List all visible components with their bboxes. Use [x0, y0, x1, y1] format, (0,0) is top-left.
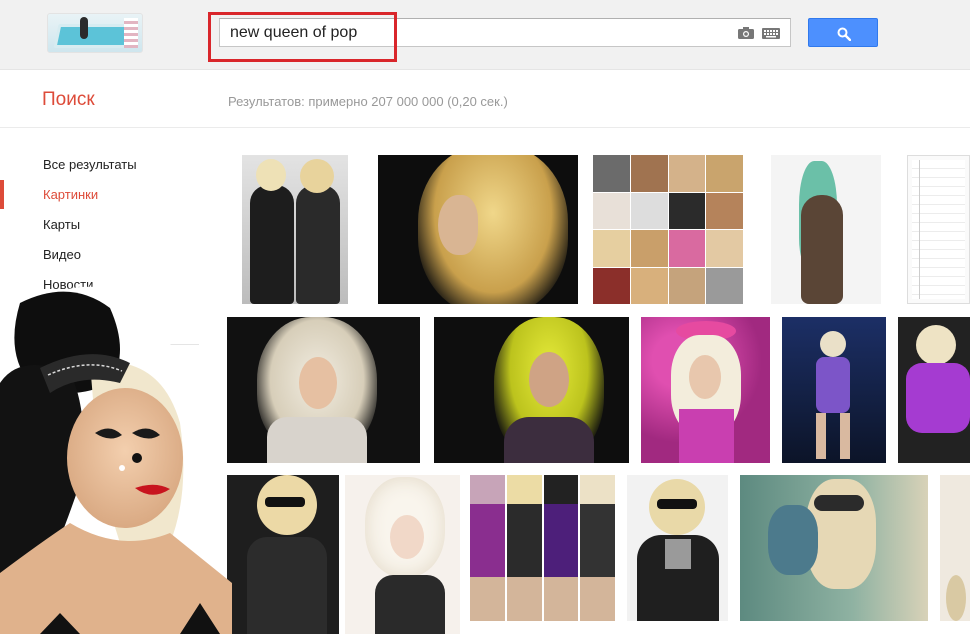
image-result[interactable] — [641, 317, 770, 463]
image-result[interactable] — [940, 475, 970, 621]
top-bar — [0, 0, 970, 70]
camera-icon[interactable] — [738, 27, 754, 39]
search-input[interactable] — [230, 24, 710, 42]
image-result[interactable] — [771, 155, 881, 304]
nav-active-marker — [0, 180, 4, 209]
image-result[interactable] — [227, 475, 339, 634]
image-result[interactable] — [434, 317, 629, 463]
image-result[interactable] — [740, 475, 928, 621]
image-result[interactable] — [782, 317, 886, 463]
doodle-decoration — [124, 18, 138, 48]
overlay-portrait-image — [0, 286, 232, 634]
image-result[interactable] — [470, 475, 615, 621]
image-result[interactable] — [627, 475, 728, 621]
search-brand-label: Поиск — [42, 89, 95, 110]
doodle-figure — [80, 17, 88, 39]
image-result[interactable] — [345, 475, 460, 634]
keyboard-icon[interactable] — [762, 28, 780, 39]
nav-item-all-results[interactable]: Все результаты — [43, 157, 137, 172]
search-box[interactable] — [219, 18, 791, 47]
nav-item-maps[interactable]: Карты — [43, 217, 80, 232]
result-stats: Результатов: примерно 207 000 000 (0,20 … — [228, 94, 508, 109]
search-icon — [837, 27, 851, 41]
nav-item-videos[interactable]: Видео — [43, 247, 81, 262]
image-result[interactable] — [227, 317, 420, 463]
image-result[interactable] — [593, 155, 743, 304]
image-result[interactable] — [898, 317, 970, 463]
nav-item-images[interactable]: Картинки — [43, 187, 98, 202]
image-result[interactable] — [242, 155, 348, 304]
google-doodle-logo[interactable] — [47, 13, 143, 53]
results-header: Поиск Результатов: примерно 207 000 000 … — [0, 71, 970, 128]
image-result[interactable] — [907, 155, 970, 304]
image-result[interactable] — [378, 155, 578, 304]
search-button[interactable] — [808, 18, 878, 47]
